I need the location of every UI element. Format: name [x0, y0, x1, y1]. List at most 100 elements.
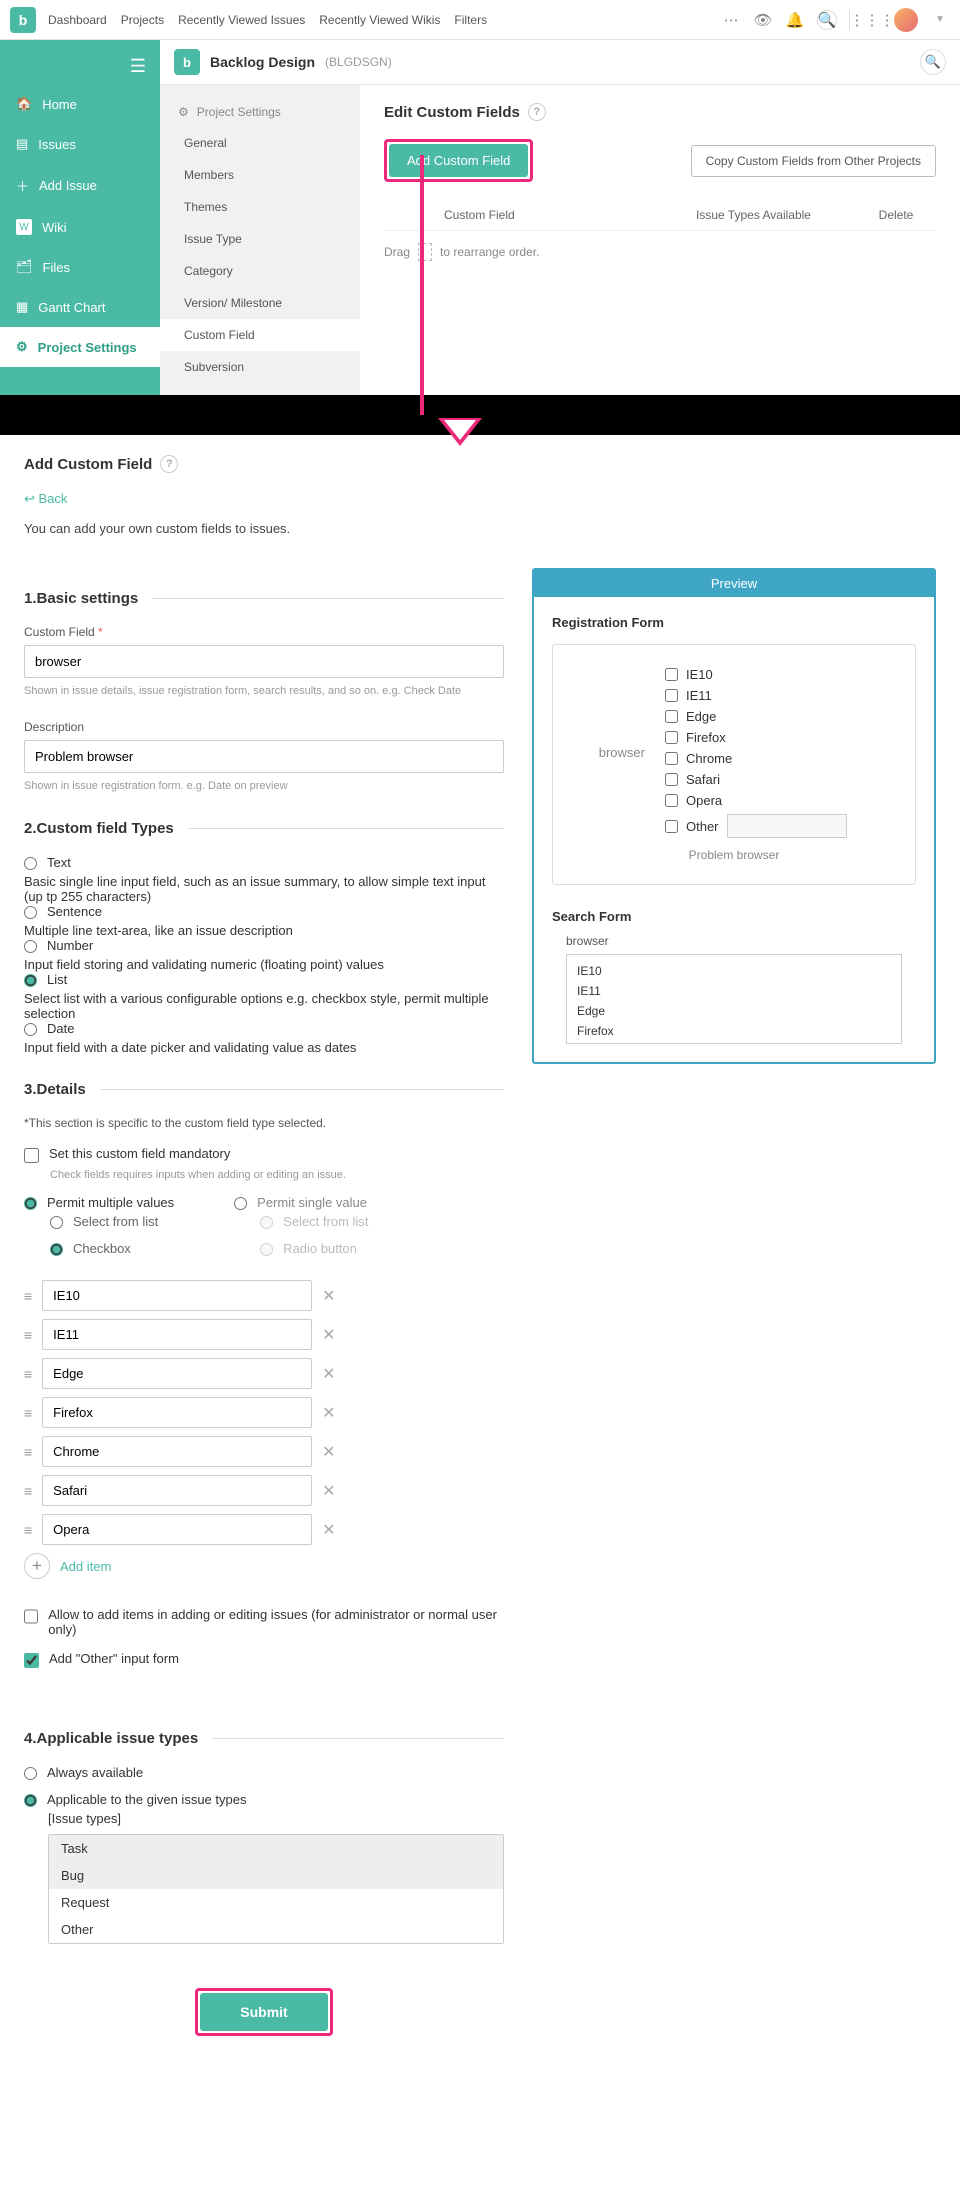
preview-help-text: Problem browser — [575, 848, 893, 862]
search-option[interactable]: Firefox — [573, 1021, 895, 1041]
type-number-radio[interactable]: Number — [24, 938, 504, 953]
permit-single-radio[interactable]: Permit single value — [234, 1195, 368, 1210]
back-link[interactable]: ↩ Back — [24, 491, 67, 507]
help-icon[interactable]: ? — [528, 103, 546, 121]
list-item-input[interactable] — [42, 1319, 312, 1350]
mandatory-checkbox[interactable]: Set this custom field mandatory — [24, 1146, 504, 1163]
sidebar-project-settings[interactable]: ⚙Project Settings — [0, 327, 160, 367]
applicable-types-radio[interactable]: Applicable to the given issue types — [24, 1792, 504, 1807]
nav-recent-wikis[interactable]: Recently Viewed Wikis — [319, 13, 440, 27]
preview-checkbox[interactable]: Opera — [665, 793, 847, 808]
sidebar-files[interactable]: 🗂Files — [0, 247, 160, 287]
type-date-radio[interactable]: Date — [24, 1021, 504, 1036]
preview-other-checkbox[interactable]: Other — [665, 814, 847, 838]
field-desc-input[interactable] — [24, 740, 504, 773]
search-option[interactable]: Edge — [573, 1001, 895, 1021]
table-header: Custom Field Issue Types Available Delet… — [384, 200, 936, 231]
issue-types-select[interactable]: TaskBugRequestOther — [48, 1834, 504, 1944]
plus-icon: + — [24, 1553, 50, 1579]
issue-type-option[interactable]: Other — [49, 1916, 503, 1943]
field-name-input[interactable] — [24, 645, 504, 678]
list-item-input[interactable] — [42, 1514, 312, 1545]
nav-projects[interactable]: Projects — [121, 13, 164, 27]
settings-custom-field[interactable]: Custom Field — [160, 319, 360, 351]
search-option[interactable]: IE10 — [573, 961, 895, 981]
drag-handle-icon[interactable]: ≡ — [24, 1522, 32, 1538]
preview-checkbox[interactable]: Safari — [665, 772, 847, 787]
gear-icon: ⚙ — [178, 105, 189, 119]
allow-add-items-checkbox[interactable]: Allow to add items in adding or editing … — [24, 1607, 504, 1637]
nav-filters[interactable]: Filters — [454, 13, 487, 27]
project-search-icon[interactable]: 🔍 — [920, 49, 946, 75]
copy-fields-button[interactable]: Copy Custom Fields from Other Projects — [691, 145, 936, 177]
bell-icon[interactable]: 🔔 — [785, 10, 805, 30]
drag-handle-icon[interactable]: ≡ — [24, 1405, 32, 1421]
settings-subversion[interactable]: Subversion — [160, 351, 360, 383]
delete-item-icon[interactable]: ✕ — [322, 1442, 335, 1462]
sidebar-add-issue[interactable]: ＋Add Issue — [0, 164, 160, 207]
delete-item-icon[interactable]: ✕ — [322, 1481, 335, 1501]
list-item-input[interactable] — [42, 1436, 312, 1467]
settings-themes[interactable]: Themes — [160, 191, 360, 223]
preview-other-input[interactable] — [727, 814, 847, 838]
chevron-down-icon[interactable]: ▼ — [930, 10, 950, 30]
preview-checkbox[interactable]: IE10 — [665, 667, 847, 682]
settings-general[interactable]: General — [160, 127, 360, 159]
add-other-checkbox[interactable]: Add "Other" input form — [24, 1651, 504, 1668]
submit-button[interactable]: Submit — [200, 1993, 327, 2031]
list-item-input[interactable] — [42, 1280, 312, 1311]
list-item-input[interactable] — [42, 1397, 312, 1428]
drag-handle-icon[interactable]: ≡ — [24, 1366, 32, 1382]
page-title: Edit Custom Fields — [384, 104, 520, 121]
watch-icon[interactable]: 👁 — [753, 10, 773, 30]
more-icon[interactable]: ⋯ — [721, 10, 741, 30]
delete-item-icon[interactable]: ✕ — [322, 1286, 335, 1306]
apps-icon[interactable]: ⋮⋮⋮ — [862, 10, 882, 30]
annotation-arrow-head — [438, 418, 482, 446]
checkbox-radio[interactable]: Checkbox — [50, 1241, 174, 1256]
delete-item-icon[interactable]: ✕ — [322, 1325, 335, 1345]
preview-checkbox[interactable]: Chrome — [665, 751, 847, 766]
settings-category[interactable]: Category — [160, 255, 360, 287]
avatar[interactable] — [894, 8, 918, 32]
add-item-button[interactable]: +Add item — [24, 1553, 504, 1579]
add-custom-field-button[interactable]: Add Custom Field — [389, 144, 528, 177]
type-sentence-radio[interactable]: Sentence — [24, 904, 504, 919]
preview-checkbox[interactable]: IE11 — [665, 688, 847, 703]
sidebar-wiki[interactable]: WWiki — [0, 207, 160, 247]
sidebar-home[interactable]: 🏠Home — [0, 84, 160, 124]
sidebar-gantt[interactable]: ▦Gantt Chart — [0, 287, 160, 327]
always-available-radio[interactable]: Always available — [24, 1765, 504, 1780]
issue-type-option[interactable]: Task — [49, 1835, 503, 1862]
list-item-input[interactable] — [42, 1358, 312, 1389]
preview-checkbox[interactable]: Firefox — [665, 730, 847, 745]
help-icon[interactable]: ? — [160, 455, 178, 473]
search-icon[interactable]: 🔍 — [817, 10, 837, 30]
type-list-radio[interactable]: List — [24, 972, 504, 987]
nav-recent-issues[interactable]: Recently Viewed Issues — [178, 13, 305, 27]
nav-dashboard[interactable]: Dashboard — [48, 13, 107, 27]
sidebar-issues[interactable]: ▤Issues — [0, 124, 160, 164]
search-form-select[interactable]: IE10IE11EdgeFirefox — [566, 954, 902, 1044]
issue-type-option[interactable]: Bug — [49, 1862, 503, 1889]
list-item-input[interactable] — [42, 1475, 312, 1506]
permit-multiple-radio[interactable]: Permit multiple values — [24, 1195, 174, 1210]
drag-handle-icon[interactable]: ≡ — [24, 1444, 32, 1460]
drag-handle-icon[interactable]: ≡ — [24, 1327, 32, 1343]
delete-item-icon[interactable]: ✕ — [322, 1403, 335, 1423]
hamburger-icon[interactable]: ☰ — [0, 48, 160, 84]
settings-members[interactable]: Members — [160, 159, 360, 191]
search-option[interactable]: IE11 — [573, 981, 895, 1001]
select-from-list-radio[interactable]: Select from list — [50, 1214, 174, 1229]
drag-handle-icon[interactable]: ≡ — [24, 1483, 32, 1499]
settings-issue-type[interactable]: Issue Type — [160, 223, 360, 255]
settings-version[interactable]: Version/ Milestone — [160, 287, 360, 319]
issue-type-option[interactable]: Request — [49, 1889, 503, 1916]
type-text-radio[interactable]: Text — [24, 855, 504, 870]
drag-handle-icon[interactable]: ≡ — [24, 1288, 32, 1304]
preview-field-name: browser — [575, 745, 645, 760]
preview-checkbox[interactable]: Edge — [665, 709, 847, 724]
delete-item-icon[interactable]: ✕ — [322, 1364, 335, 1384]
app-logo[interactable]: b — [10, 7, 36, 33]
delete-item-icon[interactable]: ✕ — [322, 1520, 335, 1540]
